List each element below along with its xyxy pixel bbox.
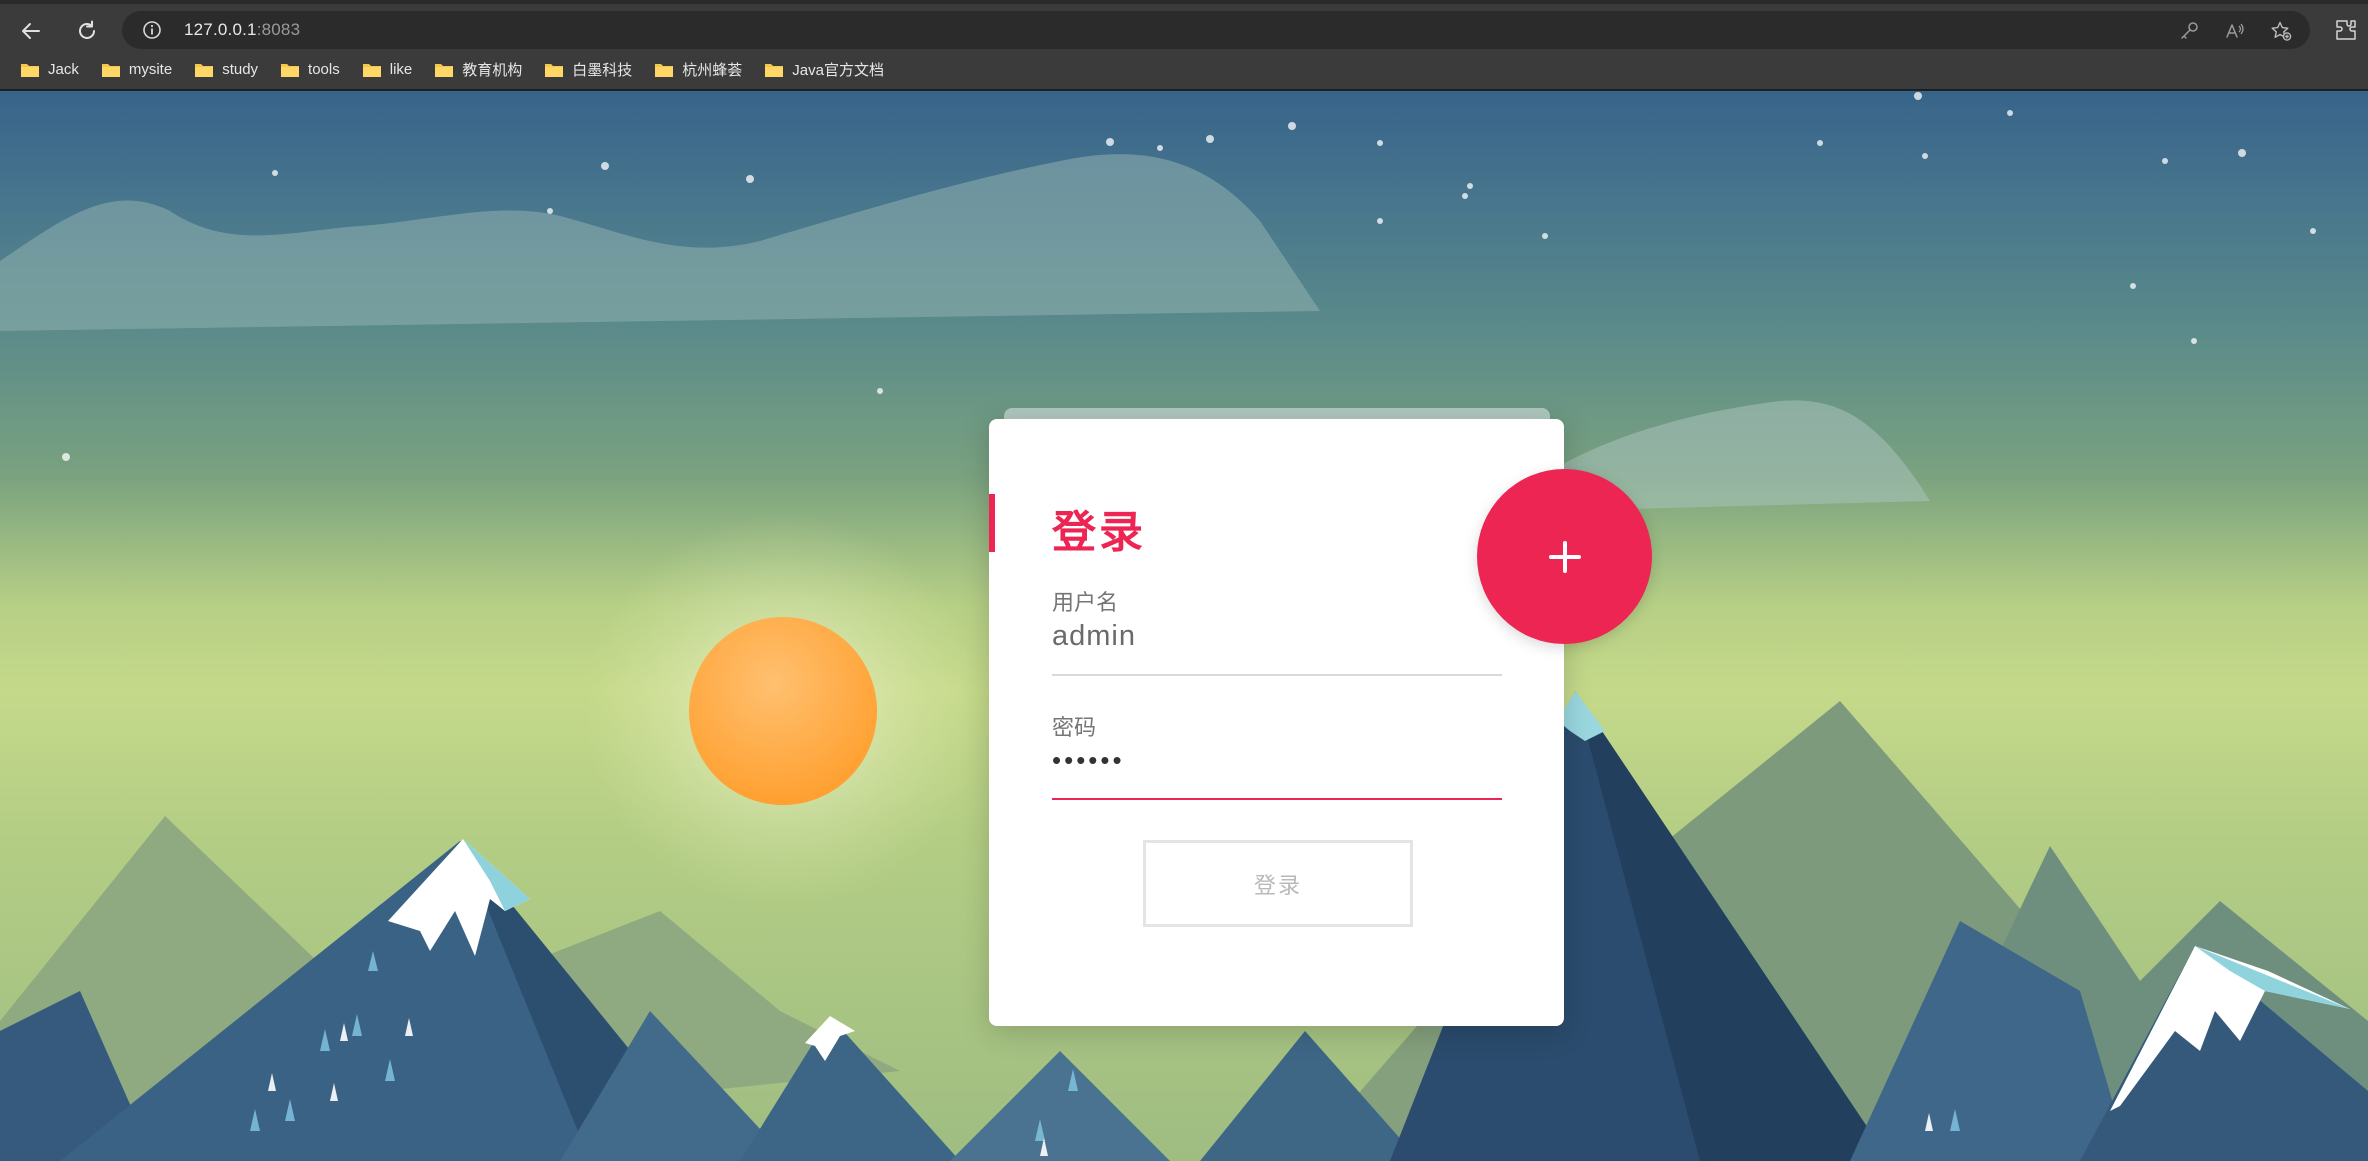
bookmark-label: Java官方文档 — [792, 62, 884, 79]
url-text[interactable]: 127.0.0.1:8083 — [184, 20, 300, 40]
folder-icon — [21, 63, 39, 77]
extensions-icon[interactable] — [2334, 18, 2358, 42]
username-underline — [1052, 674, 1502, 676]
bookmark-folder[interactable]: 白墨科技 — [538, 55, 638, 85]
password-input[interactable]: •••••• — [1052, 745, 1125, 776]
sun — [689, 617, 877, 805]
password-underline — [1052, 798, 1502, 800]
title-accent-bar — [989, 494, 995, 552]
bookmark-label: 白墨科技 — [572, 62, 633, 79]
folder-icon — [765, 63, 784, 77]
key-icon[interactable] — [2178, 20, 2200, 42]
username-input[interactable]: admin — [1052, 620, 1136, 653]
login-title: 登录 — [1052, 508, 1146, 557]
bookmark-label: Jack — [48, 61, 79, 78]
bookmark-folder[interactable]: 杭州蜂荟 — [648, 55, 748, 85]
bookmark-label: like — [389, 61, 413, 78]
bookmark-folder[interactable]: like — [356, 55, 419, 85]
folder-icon — [655, 63, 674, 77]
bookmark-label: 杭州蜂荟 — [682, 62, 743, 79]
reload-button[interactable] — [70, 16, 104, 46]
bookmark-label: mysite — [128, 61, 173, 78]
url-host: 127.0.0.1 — [184, 20, 257, 39]
back-icon — [22, 23, 40, 39]
reload-icon — [79, 20, 95, 39]
bookmark-folder[interactable]: 教育机构 — [428, 55, 528, 85]
read-aloud-icon[interactable] — [2224, 20, 2246, 42]
register-toggle-button[interactable] — [1477, 469, 1652, 644]
password-label: 密码 — [1052, 715, 1097, 740]
address-bar[interactable]: 127.0.0.1:8083 — [122, 11, 2310, 49]
bookmark-label: tools — [308, 61, 340, 78]
bookmark-folder[interactable]: Java官方文档 — [758, 55, 890, 85]
bookmark-label: study — [222, 61, 259, 78]
login-card: 登录 用户名 admin 密码 •••••• 登录 — [989, 419, 1564, 1026]
bookmark-folder[interactable]: study — [188, 55, 264, 85]
folder-icon — [435, 63, 454, 77]
username-label: 用户名 — [1052, 590, 1119, 615]
folder-icon — [195, 63, 214, 77]
bookmark-folder[interactable]: mysite — [95, 55, 178, 85]
bookmark-folder[interactable]: Jack — [14, 55, 85, 85]
favorite-icon[interactable] — [2270, 20, 2292, 42]
url-port: :8083 — [256, 20, 301, 39]
folder-icon — [101, 63, 120, 77]
browser-toolbar: 127.0.0.1:8083 — [0, 0, 2368, 50]
bookmarks-bar: Jack mysite study tools like 教育机构 白墨科技 杭… — [0, 50, 2368, 90]
plus-icon — [1548, 540, 1581, 573]
bookmark-folder[interactable]: tools — [274, 55, 346, 85]
folder-icon — [362, 63, 381, 77]
back-button[interactable] — [14, 16, 48, 46]
info-icon[interactable] — [142, 20, 162, 40]
login-page: 登录 用户名 admin 密码 •••••• 登录 — [0, 91, 2368, 1161]
folder-icon — [545, 63, 564, 77]
login-button[interactable]: 登录 — [1143, 840, 1413, 927]
bookmark-label: 教育机构 — [462, 62, 523, 79]
folder-icon — [281, 63, 300, 77]
